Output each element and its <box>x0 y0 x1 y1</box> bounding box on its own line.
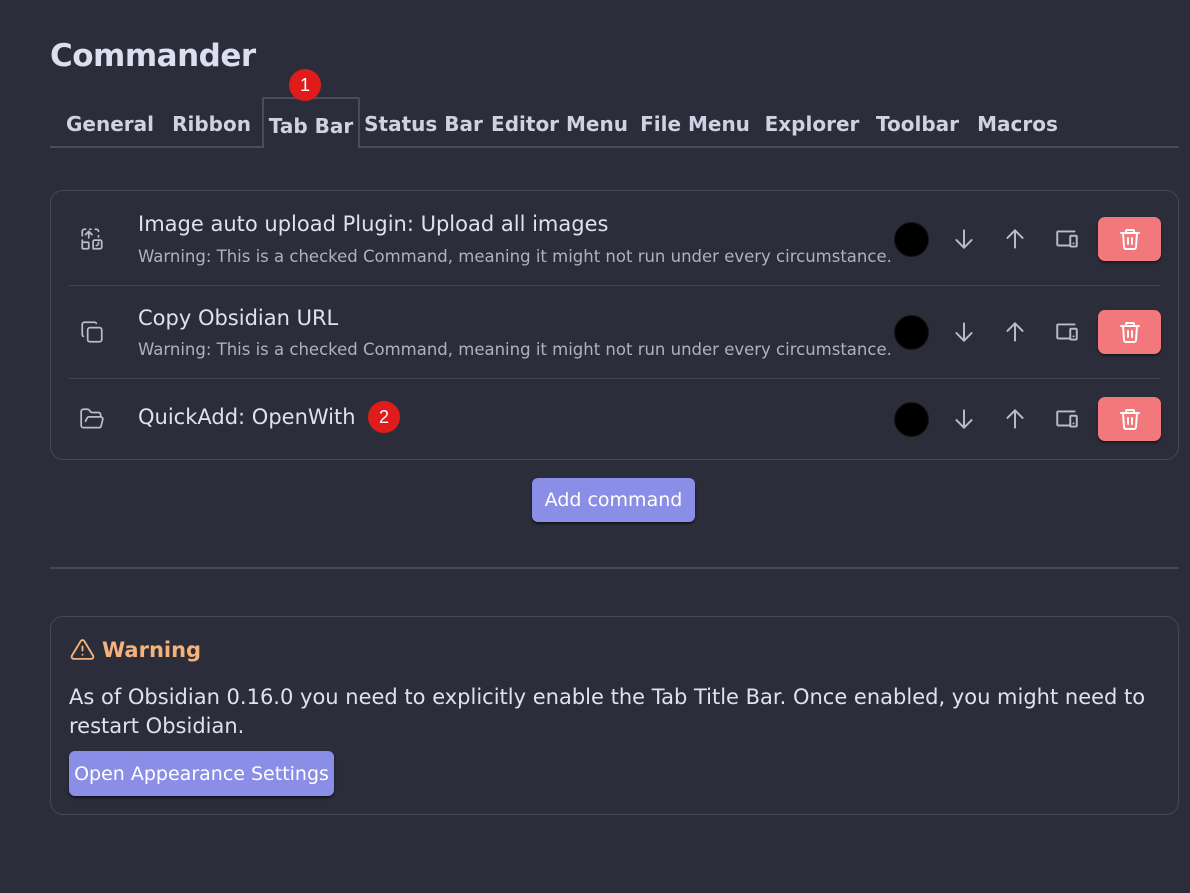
command-warning: Warning: This is a checked Command, mean… <box>138 340 892 359</box>
trash-icon <box>1119 322 1140 343</box>
move-up-arrow-icon[interactable] <box>1001 318 1029 346</box>
command-warning: Warning: This is a checked Command, mean… <box>138 247 892 266</box>
tab-explorer[interactable]: Explorer <box>758 97 866 146</box>
tab-general[interactable]: General <box>60 97 160 146</box>
command-list: Image auto upload Plugin: Upload all ima… <box>50 190 1179 460</box>
command-name: Copy Obsidian URL <box>138 306 339 330</box>
image-upload-icon <box>79 226 105 252</box>
delete-command-button[interactable] <box>1098 310 1161 354</box>
move-down-arrow-icon[interactable] <box>950 225 978 253</box>
warning-header: Warning <box>69 637 201 662</box>
page-title: Commander <box>50 38 256 74</box>
tab-bar: General Ribbon Tab Bar Status Bar Editor… <box>50 97 1179 148</box>
command-row: Copy Obsidian URL Warning: This is a che… <box>69 286 1161 379</box>
command-row: Image auto upload Plugin: Upload all ima… <box>69 191 1161 286</box>
annotation-badge-1: 1 <box>289 69 321 101</box>
add-command-button[interactable]: Add command <box>532 478 695 522</box>
warning-title: Warning <box>102 637 202 662</box>
device-mode-icon[interactable] <box>1053 318 1081 346</box>
move-up-arrow-icon[interactable] <box>1001 405 1029 433</box>
delete-command-button[interactable] <box>1098 217 1161 261</box>
copy-icon <box>79 319 105 345</box>
commander-settings-page: Commander General Ribbon Tab Bar Status … <box>0 0 1190 893</box>
warning-text: As of Obsidian 0.16.0 you need to explic… <box>69 685 1146 738</box>
command-color-picker[interactable] <box>894 222 929 257</box>
tab-ribbon[interactable]: Ribbon <box>163 97 260 146</box>
warning-triangle-icon <box>70 639 95 660</box>
section-divider <box>50 567 1179 569</box>
device-mode-icon[interactable] <box>1053 405 1081 433</box>
tab-macros[interactable]: Macros <box>969 97 1066 146</box>
tab-toolbar[interactable]: Toolbar <box>868 97 967 146</box>
move-up-arrow-icon[interactable] <box>1001 225 1029 253</box>
tab-status-bar[interactable]: Status Bar <box>362 97 485 146</box>
open-appearance-settings-button[interactable]: Open Appearance Settings <box>69 751 334 796</box>
delete-command-button[interactable] <box>1098 397 1161 441</box>
trash-icon <box>1119 409 1140 430</box>
command-color-picker[interactable] <box>894 402 929 437</box>
command-row: QuickAdd: OpenWith <box>69 379 1161 459</box>
command-name: Image auto upload Plugin: Upload all ima… <box>138 212 609 236</box>
folder-open-icon <box>79 406 105 432</box>
trash-icon <box>1119 229 1140 250</box>
command-color-picker[interactable] <box>894 315 929 350</box>
tab-file-menu[interactable]: File Menu <box>634 97 756 146</box>
tab-editor-menu[interactable]: Editor Menu <box>487 97 632 146</box>
warning-callout: Warning As of Obsidian 0.16.0 you need t… <box>50 616 1179 815</box>
annotation-badge-2: 2 <box>368 401 400 433</box>
tab-tab-bar[interactable]: Tab Bar <box>262 97 360 148</box>
move-down-arrow-icon[interactable] <box>950 318 978 346</box>
move-down-arrow-icon[interactable] <box>950 405 978 433</box>
command-name: QuickAdd: OpenWith <box>138 405 356 429</box>
device-mode-icon[interactable] <box>1053 225 1081 253</box>
